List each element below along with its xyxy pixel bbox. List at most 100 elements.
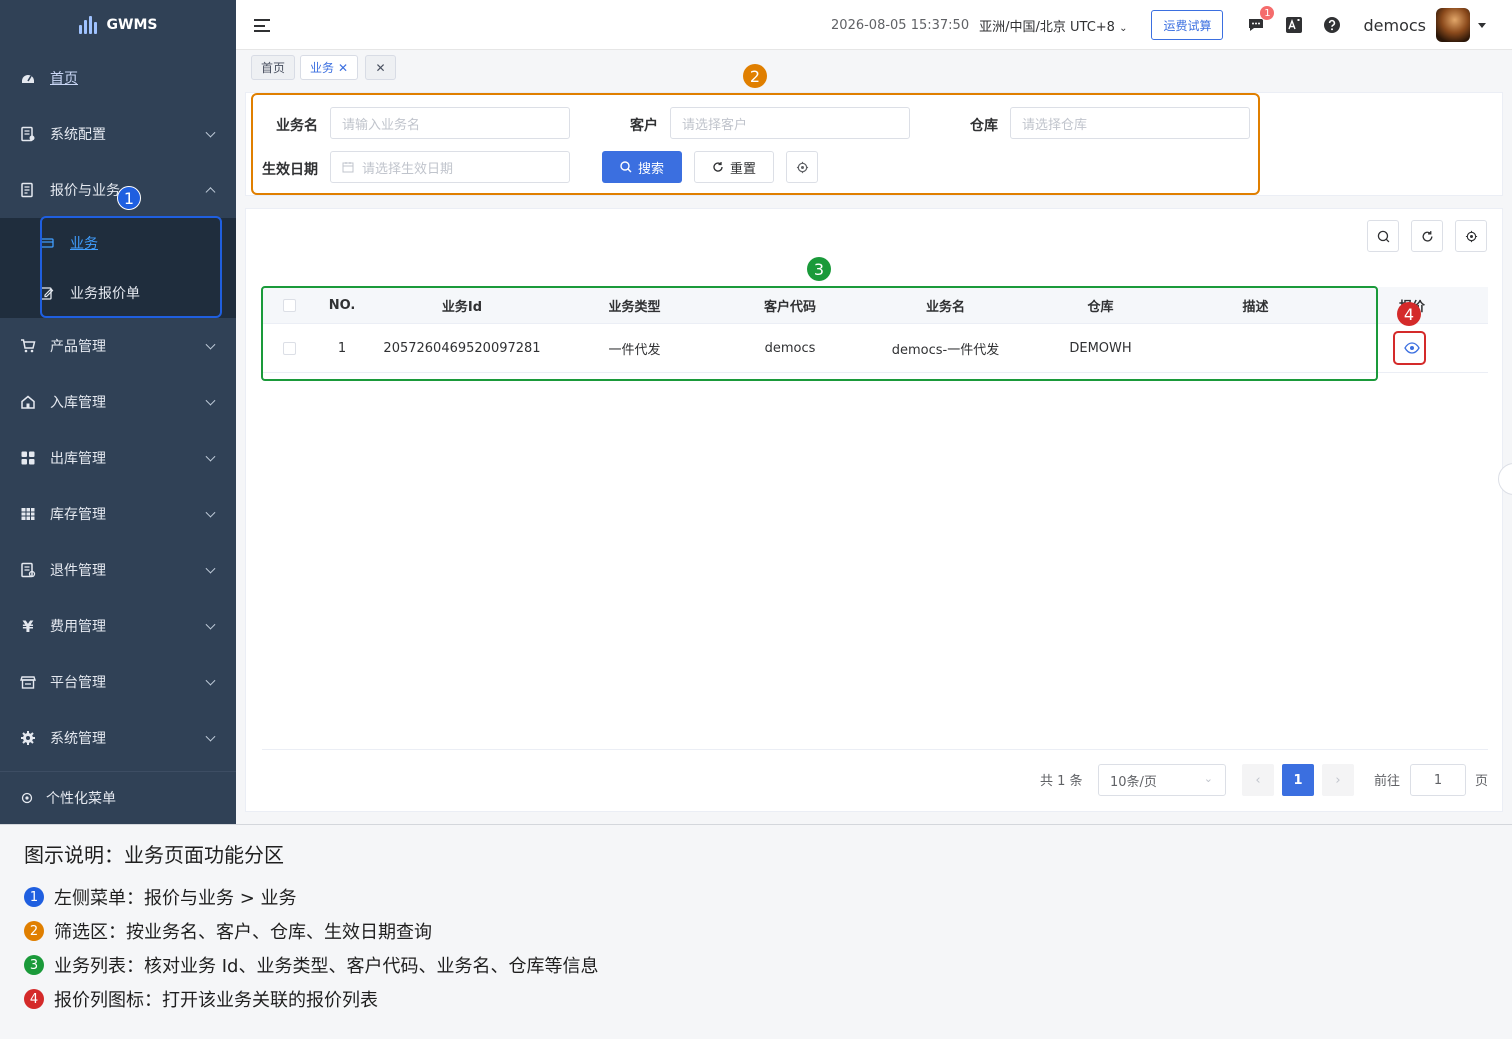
avatar[interactable] [1436, 8, 1470, 42]
legend-item: 1 左侧菜单：报价与业务 > 业务 [24, 880, 1488, 914]
legend-marker-3: 3 [24, 955, 44, 975]
filter-panel: 业务名 请输入业务名 客户 请选择客户 仓库 请选择仓库 生效日期 请选择生效日… [245, 92, 1503, 196]
effective-date-picker[interactable]: 请选择生效日期 [330, 151, 570, 183]
sidebar-item-label: 报价与业务 [50, 183, 120, 199]
next-page-button[interactable]: › [1322, 764, 1354, 796]
chevron-down-icon: ⌄ [1119, 22, 1128, 34]
sidebar-item-home[interactable]: 首页 [0, 50, 236, 106]
table-panel: NO. 业务Id 业务类型 客户代码 业务名 仓库 描述 报价 1 205726… [245, 208, 1503, 812]
sidebar-item-returns[interactable]: 退件管理 [0, 542, 236, 598]
divider [262, 749, 1488, 750]
filter-settings-button[interactable] [786, 151, 818, 183]
sidebar-item-platform[interactable]: 平台管理 [0, 654, 236, 710]
sidebar-item-fees[interactable]: ¥ 费用管理 [0, 598, 236, 654]
customer-select[interactable]: 请选择客户 [670, 107, 910, 139]
chevron-down-icon [205, 395, 216, 406]
translate-icon [1286, 17, 1303, 33]
prev-page-button[interactable]: ‹ [1242, 764, 1274, 796]
current-datetime: 2026-08-05 15:37:50 [831, 17, 970, 33]
submenu-item-label: 业务 [70, 236, 98, 252]
app-name: GWMS [106, 17, 158, 33]
row-checkbox[interactable] [272, 324, 306, 372]
sidebar-item-system-config[interactable]: 系统配置 [0, 106, 236, 162]
annotation-marker-4: 4 [1397, 302, 1421, 326]
grid-icon [20, 450, 36, 466]
freight-calc-button[interactable]: 运费试算 [1151, 10, 1224, 40]
search-icon [620, 161, 632, 173]
legend-text: 筛选区：按业务名、客户、仓库、生效日期查询 [54, 922, 432, 943]
search-button[interactable]: 搜索 [602, 151, 682, 183]
message-button[interactable]: 1 [1245, 5, 1276, 36]
page-size-select[interactable]: 10条/页 ⌄ [1098, 764, 1226, 796]
goto-page-input[interactable]: 1 [1410, 764, 1466, 796]
business-name-input[interactable]: 请输入业务名 [330, 107, 570, 139]
sidebar-item-inbound[interactable]: 入库管理 [0, 374, 236, 430]
table-row[interactable]: 1 2057260469520097281 一件代发 democs democs… [262, 324, 1488, 373]
chevron-down-icon [205, 507, 216, 518]
translate-button[interactable] [1283, 14, 1305, 36]
help-button[interactable] [1321, 14, 1343, 36]
sidebar-item-inventory[interactable]: 库存管理 [0, 486, 236, 542]
chevron-down-icon [205, 563, 216, 574]
timezone-selector[interactable]: 亚洲/中国/北京 UTC+8 ⌄ [979, 16, 1127, 35]
tag-business[interactable]: 业务 ✕ [300, 55, 359, 80]
cell-description [1173, 324, 1338, 372]
cell-customer-code: democs [764, 340, 816, 356]
quote-icon [20, 182, 36, 198]
checkbox [282, 298, 296, 312]
app-logo[interactable]: GWMS [0, 0, 236, 50]
close-icon[interactable]: ✕ [375, 61, 385, 75]
column-header: NO. [328, 297, 356, 313]
reset-button-label: 重置 [729, 161, 756, 177]
column-header: 描述 [1242, 299, 1269, 315]
tag-close-all[interactable]: ✕ [365, 55, 396, 80]
tags-view: 首页 业务 ✕ ✕ [236, 50, 1512, 86]
reset-button[interactable]: 重置 [694, 151, 774, 183]
menu-toggle-icon[interactable] [254, 19, 270, 32]
page-number-button[interactable]: 1 [1282, 764, 1314, 796]
table-header: NO. 业务Id 业务类型 客户代码 业务名 仓库 描述 报价 [262, 287, 1488, 324]
settings-icon [20, 791, 34, 805]
tag-home[interactable]: 首页 [251, 55, 296, 80]
sidebar-item-system[interactable]: 系统管理 [0, 710, 236, 766]
sidebar-item-label: 费用管理 [50, 619, 106, 635]
gear-icon [1465, 230, 1477, 242]
return-icon [20, 562, 36, 578]
sidebar-item-outbound[interactable]: 出库管理 [0, 430, 236, 486]
shop-icon [20, 674, 36, 690]
column-header: 业务名 [925, 299, 965, 315]
legend-text: 报价列图标：打开该业务关联的报价列表 [54, 990, 378, 1011]
table-icon [20, 506, 36, 522]
view-quote-button[interactable] [1387, 324, 1437, 372]
legend-item: 2 筛选区：按业务名、客户、仓库、生效日期查询 [24, 914, 1488, 948]
placeholder: 请选择仓库 [1022, 117, 1088, 133]
legend-item: 4 报价列图标：打开该业务关联的报价列表 [24, 982, 1488, 1016]
cell-business-id: 2057260469520097281 [383, 340, 541, 356]
refresh-button[interactable] [1411, 220, 1443, 252]
select-all-checkbox[interactable] [272, 287, 306, 323]
custom-menu-label: 个性化菜单 [46, 791, 116, 807]
page-size-value: 10条/页 [1110, 774, 1157, 790]
sidebar-item-product[interactable]: 产品管理 [0, 318, 236, 374]
columns-settings-button[interactable] [1455, 220, 1487, 252]
column-header: 业务类型 [608, 299, 661, 315]
submenu-item-label: 业务报价单 [70, 286, 140, 302]
submenu-item-business-quote[interactable]: 业务报价单 [0, 268, 236, 318]
close-icon[interactable]: ✕ [338, 61, 348, 75]
toggle-search-button[interactable] [1367, 220, 1399, 252]
calendar-icon [342, 161, 354, 173]
legend-marker-4: 4 [24, 989, 44, 1009]
timezone-label: 亚洲/中国/北京 UTC+8 [979, 19, 1115, 35]
sidebar-item-label: 首页 [50, 71, 78, 87]
business-icon [40, 236, 54, 250]
sidebar-item-label: 产品管理 [50, 339, 106, 355]
custom-menu-button[interactable]: 个性化菜单 [0, 771, 236, 824]
caret-down-icon[interactable] [1478, 22, 1486, 28]
submenu-item-business[interactable]: 业务 [0, 218, 236, 268]
sidebar-item-quote[interactable]: 报价与业务 [0, 162, 236, 218]
username[interactable]: democs [1363, 16, 1426, 35]
legend-item: 3 业务列表：核对业务 Id、业务类型、客户代码、业务名、仓库等信息 [24, 948, 1488, 982]
warehouse-select[interactable]: 请选择仓库 [1010, 107, 1250, 139]
total-count: 共 1 条 [1040, 773, 1083, 789]
cell-warehouse: DEMOWH [1069, 340, 1132, 356]
